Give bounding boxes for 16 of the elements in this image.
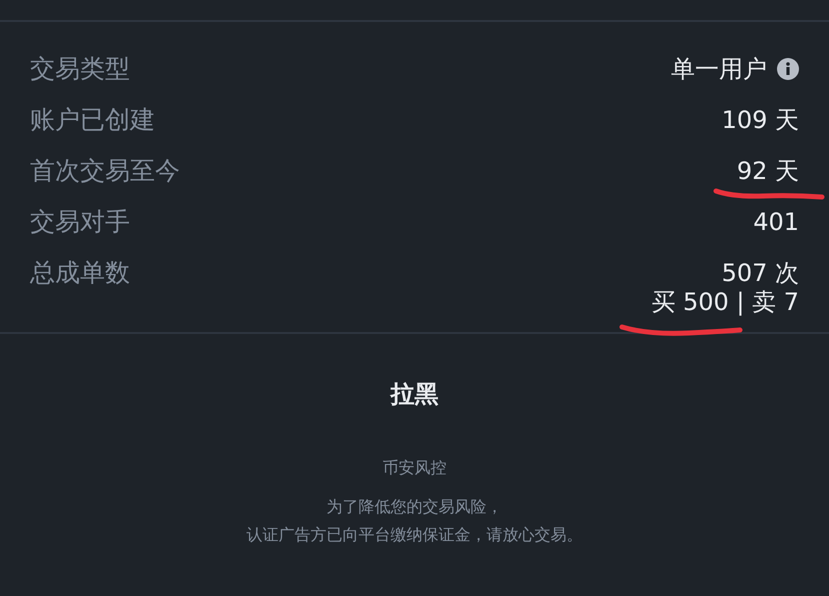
info-label: 交易对手	[30, 206, 130, 238]
info-label: 首次交易至今	[30, 155, 180, 187]
info-value: 507 次	[722, 258, 799, 288]
info-value: 401	[753, 208, 799, 236]
info-value: 92 天	[736, 156, 799, 186]
footer-text: 为了降低您的交易风险，	[326, 496, 502, 518]
info-label: 交易类型	[30, 53, 130, 85]
block-button[interactable]: 拉黑	[380, 374, 448, 414]
footer-title: 币安风控	[382, 458, 446, 479]
info-label: 账户已创建	[30, 104, 155, 136]
footer-text: 认证广告方已向平台缴纳保证金，请放心交易。	[246, 524, 582, 546]
info-value: 109 天	[722, 104, 799, 136]
info-value: 单一用户	[671, 54, 767, 84]
info-label: 总成单数	[30, 257, 130, 289]
info-icon[interactable]	[777, 58, 799, 80]
order-split-value: 买 500 | 卖 7	[651, 287, 799, 318]
